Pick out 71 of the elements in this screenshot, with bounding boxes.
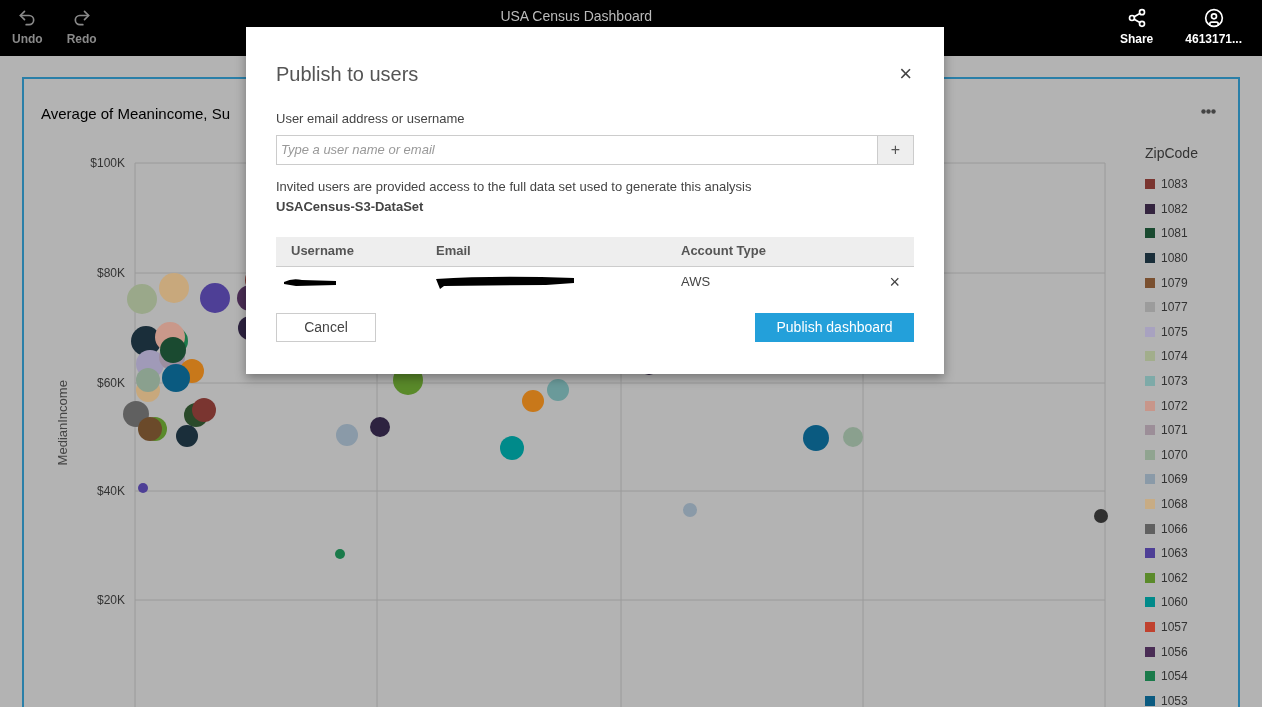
bubble-point [162, 364, 190, 392]
field-label: User email address or username [276, 110, 466, 128]
bubble-point [547, 379, 569, 401]
bubble-point [127, 284, 157, 314]
bubble-point [370, 417, 390, 437]
y-tick-label: $80K [96, 266, 125, 280]
access-note: Invited users are provided access to the full data set used to generate this analysis USACensus-S3-DataSet [276, 177, 753, 216]
bubble-point [159, 273, 189, 303]
account-type-cell-text: AWS [681, 272, 712, 291]
y-tick-label: $60K [96, 376, 125, 390]
bubble-point [136, 368, 160, 392]
dialog-title: Publish to users [276, 62, 419, 87]
bubble-point [843, 427, 863, 447]
legend-label: 1056 [1161, 643, 1188, 661]
legend-label: 1054 [1161, 668, 1188, 686]
close-button[interactable]: × [899, 63, 912, 85]
y-axis-label: MedianIncome [54, 379, 72, 468]
user-icon [1203, 8, 1224, 28]
visual-title: Average of Meanincome, Su [41, 104, 230, 124]
legend-label: 1080 [1161, 250, 1188, 268]
bubble-point [138, 417, 162, 441]
redo-button[interactable]: Redo [66, 8, 97, 48]
legend-label: 1075 [1161, 323, 1188, 341]
bubble-point [192, 398, 216, 422]
legend-label: 1062 [1161, 569, 1188, 587]
legend-label: 1068 [1161, 496, 1188, 513]
y-tick-label: $40K [96, 484, 125, 498]
y-tick-label: $20K [96, 593, 125, 607]
legend-label: 1057 [1161, 619, 1188, 636]
add-user-button[interactable]: + [878, 134, 914, 165]
legend-label: 1074 [1161, 348, 1188, 366]
legend-label: 1060 [1161, 594, 1188, 612]
legend-label: 1072 [1161, 397, 1188, 415]
legend-label: 1070 [1161, 446, 1188, 464]
legend-label: 1077 [1161, 299, 1188, 317]
legend-title: ZipCode [1145, 144, 1198, 163]
bubble-point [336, 424, 358, 446]
legend-label: 1071 [1161, 422, 1188, 440]
bubble-point [335, 549, 345, 559]
legend-label: 1083 [1161, 176, 1188, 194]
more-options-icon[interactable] [1201, 109, 1216, 114]
legend-label: 1069 [1161, 471, 1188, 489]
share-button[interactable]: Share [1119, 8, 1154, 48]
remove-user-button[interactable]: × [889, 272, 900, 291]
bubble-point [1094, 509, 1108, 523]
legend-label: 1066 [1161, 520, 1188, 538]
bubble-point [500, 436, 524, 460]
bubble-point [138, 483, 148, 493]
legend-label: 1081 [1161, 225, 1188, 243]
column-header: Email [436, 242, 472, 261]
bubble-point [200, 283, 230, 313]
legend-label: 1082 [1161, 200, 1188, 218]
bubble-point [160, 337, 186, 363]
user-input-field[interactable]: Type a user name or email [276, 134, 878, 165]
legend-label: 1053 [1161, 692, 1188, 707]
bubble-point [683, 503, 697, 517]
cancel-button[interactable]: Cancel [276, 312, 376, 342]
bubble-point [123, 401, 149, 427]
legend-label: 1073 [1161, 373, 1188, 391]
undo-button[interactable]: Undo [12, 8, 43, 48]
legend-label: 1079 [1161, 274, 1188, 292]
column-header: Username [290, 242, 355, 261]
column-header: Account Type [681, 242, 767, 261]
share-icon [1126, 8, 1147, 28]
bubble-point [522, 390, 544, 412]
bubble-point [176, 425, 198, 447]
dashboard-title: USA Census Dashboard [500, 7, 653, 26]
bubble-point [803, 425, 829, 451]
user-button[interactable]: 4613171... [1185, 8, 1242, 48]
legend-label: 1063 [1161, 545, 1188, 563]
y-tick-label: $100K [90, 156, 125, 170]
